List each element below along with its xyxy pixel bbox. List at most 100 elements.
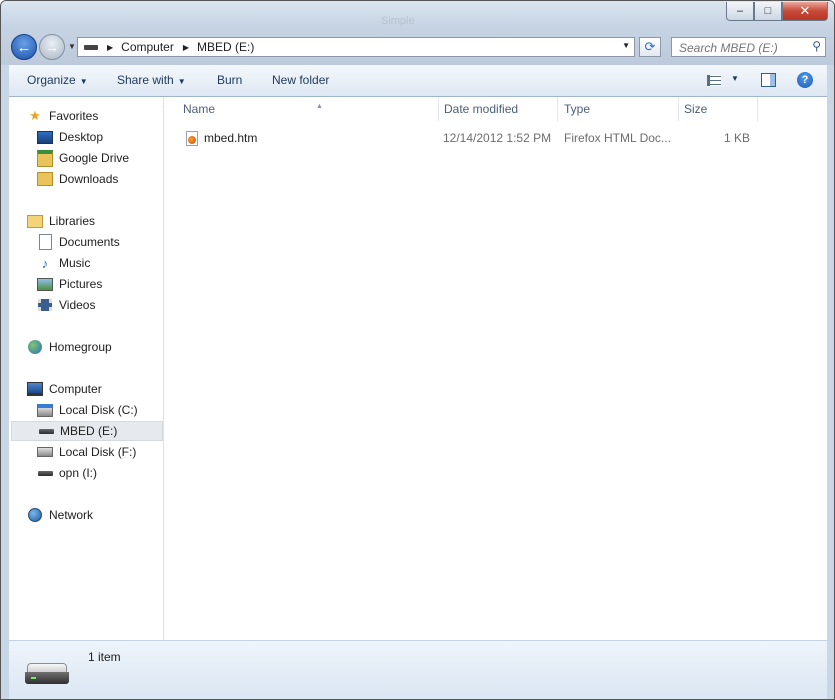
recent-pages-dropdown[interactable]: ▼: [68, 42, 76, 51]
refresh-button[interactable]: ⟳: [639, 37, 661, 57]
nav-local-disk-c-label: Local Disk (C:): [59, 403, 138, 417]
search-icon[interactable]: ⚲: [812, 39, 821, 53]
refresh-icon: ⟳: [644, 39, 656, 54]
nav-local-disk-f[interactable]: Local Disk (F:): [37, 442, 136, 462]
pictures-icon: [37, 276, 53, 292]
nav-opn-i-label: opn (I:): [59, 466, 98, 480]
preview-pane-icon[interactable]: [761, 73, 776, 87]
nav-pictures[interactable]: Pictures: [37, 274, 102, 294]
chevron-down-icon: ▼: [177, 77, 186, 86]
nav-network[interactable]: Network: [27, 505, 93, 525]
share-with-button[interactable]: Share with ▼: [117, 73, 186, 87]
search-box[interactable]: ⚲: [671, 37, 826, 57]
column-name-label: Name: [183, 102, 216, 116]
desktop-icon: [37, 129, 53, 145]
nav-homegroup[interactable]: Homegroup: [27, 337, 112, 357]
view-options-dropdown[interactable]: ▼: [731, 74, 739, 83]
table-row[interactable]: mbed.htm 12/14/2012 1:52 PM Firefox HTML…: [164, 128, 764, 148]
firefox-html-file-icon: [186, 131, 198, 146]
command-bar: Organize ▼ Share with ▼ Burn New folder ▼ …: [9, 65, 827, 97]
nav-libraries-label: Libraries: [49, 214, 96, 228]
nav-favorites[interactable]: ★ Favorites: [27, 106, 98, 126]
nav-local-disk-f-label: Local Disk (F:): [59, 445, 137, 459]
item-count: 1 item: [88, 650, 121, 664]
sort-ascending-icon: ▲: [316, 103, 323, 110]
nav-music-label: Music: [59, 256, 91, 270]
videos-icon: [37, 297, 53, 313]
chevron-right-icon[interactable]: ▶: [183, 43, 189, 52]
nav-opn-i[interactable]: opn (I:): [37, 463, 97, 483]
search-input[interactable]: [677, 39, 809, 57]
chevron-right-icon[interactable]: ▶: [107, 43, 113, 52]
organize-label: Organize: [27, 73, 76, 87]
nav-desktop-label: Desktop: [59, 130, 104, 144]
nav-google-drive[interactable]: Google Drive: [37, 148, 129, 168]
computer-icon: [27, 381, 43, 397]
maximize-button[interactable]: □: [754, 2, 782, 21]
organize-button[interactable]: Organize ▼: [27, 73, 88, 87]
breadcrumb-computer[interactable]: Computer: [121, 40, 174, 54]
libraries-icon: [27, 213, 43, 229]
file-name: mbed.htm: [204, 131, 258, 145]
chevron-down-icon: ▼: [79, 77, 88, 86]
nav-mbed-e[interactable]: MBED (E:): [11, 421, 163, 441]
star-icon: ★: [29, 108, 41, 123]
back-arrow-icon: ←: [16, 38, 32, 56]
nav-favorites-label: Favorites: [49, 109, 99, 123]
change-view-icon[interactable]: [707, 75, 721, 86]
back-button[interactable]: ←: [11, 34, 37, 60]
homegroup-icon: [27, 339, 43, 355]
nav-downloads[interactable]: Downloads: [37, 169, 118, 189]
nav-network-label: Network: [49, 508, 94, 522]
network-icon: [27, 507, 43, 523]
google-drive-icon: [37, 149, 53, 167]
music-icon: ♪: [41, 255, 49, 271]
nav-desktop[interactable]: Desktop: [37, 127, 103, 147]
nav-pictures-label: Pictures: [59, 277, 103, 291]
column-header-name[interactable]: ▲ Name: [177, 97, 439, 121]
removable-drive-icon: [38, 423, 54, 439]
disk-icon: [37, 444, 53, 460]
nav-computer-label: Computer: [49, 382, 102, 396]
nav-homegroup-label: Homegroup: [49, 340, 112, 354]
nav-documents[interactable]: Documents: [37, 232, 120, 252]
column-header-size[interactable]: Size: [678, 97, 758, 121]
file-type: Firefox HTML Doc...: [564, 131, 671, 145]
breadcrumb-mbed[interactable]: MBED (E:): [197, 40, 254, 54]
nav-documents-label: Documents: [59, 235, 120, 249]
navigation-pane: ★ Favorites Desktop Google Drive Download…: [9, 97, 164, 640]
background-window-title: Simple: [381, 15, 415, 27]
address-dropdown-icon[interactable]: ▼: [622, 41, 630, 50]
explorer-window: Simple – □ ✕ ← → ▼ ▶ Computer ▶ MBED (E:…: [0, 0, 835, 700]
details-pane: 1 item: [9, 640, 827, 699]
close-button[interactable]: ✕: [782, 2, 828, 21]
nav-downloads-label: Downloads: [59, 172, 119, 186]
share-with-label: Share with: [117, 73, 174, 87]
forward-button[interactable]: →: [39, 34, 65, 60]
address-bar[interactable]: ▶ Computer ▶ MBED (E:) ▼: [77, 37, 635, 57]
burn-button[interactable]: Burn: [217, 73, 242, 87]
nav-mbed-e-label: MBED (E:): [60, 424, 118, 438]
nav-google-drive-label: Google Drive: [59, 151, 130, 165]
removable-drive-icon: [25, 663, 71, 687]
nav-music[interactable]: ♪ Music: [37, 253, 91, 273]
column-header-type[interactable]: Type: [558, 97, 679, 121]
help-icon[interactable]: ?: [797, 72, 813, 88]
nav-videos-label: Videos: [59, 298, 96, 312]
downloads-folder-icon: [37, 171, 53, 187]
column-header-date-modified[interactable]: Date modified: [438, 97, 558, 121]
caption-buttons: – □ ✕: [726, 2, 828, 21]
removable-drive-icon: [37, 465, 53, 481]
drive-icon: [84, 44, 98, 50]
system-disk-icon: [37, 402, 53, 418]
nav-libraries[interactable]: Libraries: [27, 211, 95, 231]
nav-videos[interactable]: Videos: [37, 295, 95, 315]
minimize-button[interactable]: –: [726, 2, 754, 21]
file-size: 1 KB: [723, 131, 750, 145]
nav-computer[interactable]: Computer: [27, 379, 102, 399]
documents-icon: [37, 234, 53, 250]
file-date-modified: 12/14/2012 1:52 PM: [443, 131, 552, 145]
file-list: ▲ Name Date modified Type Size mbed.htm …: [164, 97, 827, 640]
new-folder-button[interactable]: New folder: [272, 73, 329, 87]
nav-local-disk-c[interactable]: Local Disk (C:): [37, 400, 138, 420]
